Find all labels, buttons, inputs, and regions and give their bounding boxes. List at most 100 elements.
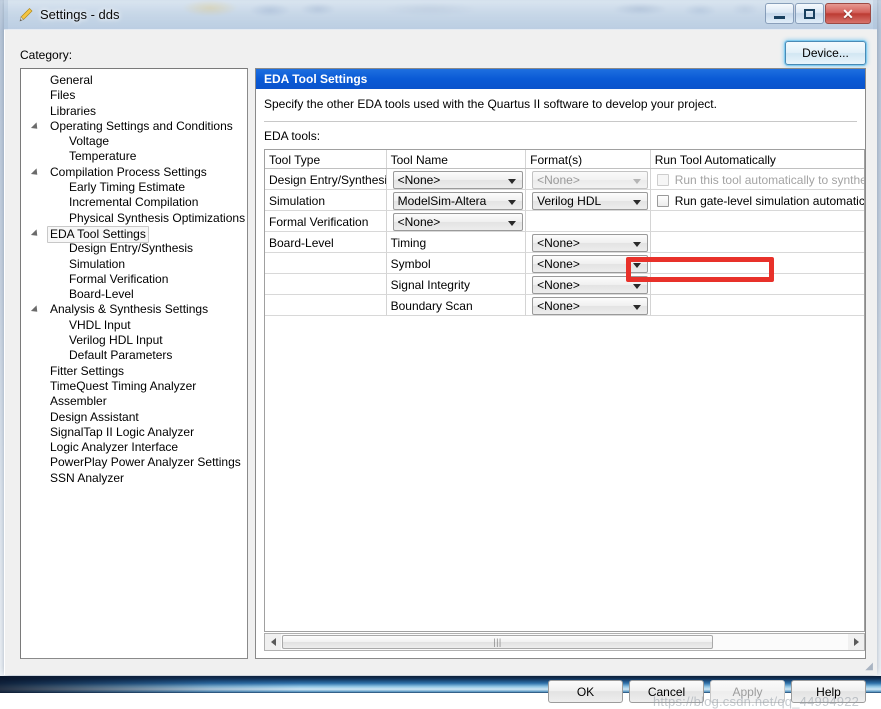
tree-item-timequest-timing-analyzer[interactable]: TimeQuest Timing Analyzer bbox=[21, 379, 247, 394]
tree-item-label: TimeQuest Timing Analyzer bbox=[47, 379, 199, 394]
cell-formats: <None> bbox=[526, 169, 651, 190]
format-combo-3[interactable]: <None> bbox=[532, 234, 648, 252]
tree-item-compilation-process-settings[interactable]: Compilation Process Settings bbox=[21, 165, 247, 180]
table-row[interactable]: Design Entry/Synthesis<None><None>Run th… bbox=[265, 169, 864, 190]
close-button[interactable]: ✕ bbox=[825, 3, 871, 24]
tool-name-label: Signal Integrity bbox=[391, 278, 470, 292]
tree-item-label: Fitter Settings bbox=[47, 364, 127, 379]
column-header-tool-name[interactable]: Tool Name bbox=[387, 150, 527, 168]
table-row[interactable]: SimulationModelSim-AlteraVerilog HDLRun … bbox=[265, 190, 864, 211]
tree-item-label: Files bbox=[47, 88, 78, 103]
pencil-icon bbox=[18, 7, 34, 23]
cell-tool-name: <None> bbox=[387, 211, 527, 232]
scroll-left-button[interactable] bbox=[265, 634, 281, 650]
tree-item-libraries[interactable]: Libraries bbox=[21, 104, 247, 119]
tree-item-operating-settings-and-conditions[interactable]: Operating Settings and Conditions bbox=[21, 119, 247, 134]
tool-type-label: Board-Level bbox=[269, 236, 334, 250]
device-button[interactable]: Device... bbox=[785, 41, 866, 65]
tree-item-board-level[interactable]: Board-Level bbox=[21, 287, 247, 302]
tree-item-temperature[interactable]: Temperature bbox=[21, 149, 247, 164]
expander-triangle-icon[interactable] bbox=[31, 122, 40, 131]
cell-formats: <None> bbox=[526, 253, 651, 274]
tree-item-eda-tool-settings[interactable]: EDA Tool Settings bbox=[21, 226, 247, 241]
tree-item-fitter-settings[interactable]: Fitter Settings bbox=[21, 364, 247, 379]
tool-name-combo-2[interactable]: <None> bbox=[393, 213, 524, 231]
category-tree-panel[interactable]: GeneralFilesLibrariesOperating Settings … bbox=[20, 68, 248, 659]
tree-item-label: SSN Analyzer bbox=[47, 471, 127, 486]
panel-title: EDA Tool Settings bbox=[256, 69, 865, 89]
cell-tool-name: Timing bbox=[387, 232, 527, 253]
cell-run-tool bbox=[651, 295, 864, 316]
scrollbar-track[interactable]: ||| bbox=[281, 634, 848, 650]
table-row[interactable]: Formal Verification <None> bbox=[265, 211, 864, 232]
maximize-button[interactable] bbox=[795, 3, 824, 24]
scroll-right-button[interactable] bbox=[848, 634, 864, 650]
tree-item-label: Simulation bbox=[66, 257, 128, 272]
expander-triangle-icon[interactable] bbox=[31, 229, 40, 238]
tree-item-logic-analyzer-interface[interactable]: Logic Analyzer Interface bbox=[21, 440, 247, 455]
table-row[interactable]: Symbol <None> bbox=[265, 253, 864, 274]
tree-item-signaltap-ii-logic-analyzer[interactable]: SignalTap II Logic Analyzer bbox=[21, 425, 247, 440]
cell-tool-name: Symbol bbox=[387, 253, 527, 274]
format-combo-6[interactable]: <None> bbox=[532, 297, 648, 315]
tool-name-combo-1-value: ModelSim-Altera bbox=[398, 194, 487, 208]
chevron-down-icon bbox=[508, 179, 516, 184]
tree-item-files[interactable]: Files bbox=[21, 88, 247, 103]
tree-item-early-timing-estimate[interactable]: Early Timing Estimate bbox=[21, 180, 247, 195]
help-button[interactable]: Help bbox=[791, 680, 866, 703]
chevron-down-icon bbox=[633, 179, 641, 184]
cancel-button[interactable]: Cancel bbox=[629, 680, 704, 703]
apply-button[interactable]: Apply bbox=[710, 680, 785, 703]
table-row[interactable]: Board-Level Timing <None> bbox=[265, 232, 864, 253]
tree-item-label: Formal Verification bbox=[66, 272, 171, 287]
tree-item-label: Analysis & Synthesis Settings bbox=[47, 302, 211, 317]
format-combo-1[interactable]: Verilog HDL bbox=[532, 192, 648, 210]
chevron-left-icon bbox=[271, 638, 276, 646]
expander-triangle-icon[interactable] bbox=[31, 306, 40, 315]
cell-formats: <None> bbox=[526, 232, 651, 253]
tree-item-incremental-compilation[interactable]: Incremental Compilation bbox=[21, 195, 247, 210]
format-combo-5[interactable]: <None> bbox=[532, 276, 648, 294]
column-header-formats[interactable]: Format(s) bbox=[526, 150, 651, 168]
tree-item-design-assistant[interactable]: Design Assistant bbox=[21, 410, 247, 425]
resize-grip-icon[interactable]: ◢ bbox=[865, 661, 873, 672]
table-row[interactable]: Signal Integrity <None> bbox=[265, 274, 864, 295]
tool-name-combo-1[interactable]: ModelSim-Altera bbox=[393, 192, 524, 210]
column-header-run-tool[interactable]: Run Tool Automatically bbox=[651, 150, 864, 168]
tree-item-voltage[interactable]: Voltage bbox=[21, 134, 247, 149]
horizontal-scrollbar[interactable]: ||| bbox=[264, 633, 865, 651]
scrollbar-thumb[interactable]: ||| bbox=[282, 635, 713, 649]
tree-item-design-entry-synthesis[interactable]: Design Entry/Synthesis bbox=[21, 241, 247, 256]
format-combo-4-value: <None> bbox=[537, 257, 580, 271]
tree-item-powerplay-power-analyzer-settings[interactable]: PowerPlay Power Analyzer Settings bbox=[21, 455, 247, 470]
cell-tool-type bbox=[265, 274, 387, 295]
tool-name-combo-0[interactable]: <None> bbox=[393, 171, 524, 189]
tree-item-default-parameters[interactable]: Default Parameters bbox=[21, 348, 247, 363]
tool-name-combo-2-wrap: <None> bbox=[391, 213, 526, 231]
tree-item-analysis-synthesis-settings[interactable]: Analysis & Synthesis Settings bbox=[21, 302, 247, 317]
chevron-right-icon bbox=[854, 638, 859, 646]
tree-item-physical-synthesis-optimizations[interactable]: Physical Synthesis Optimizations bbox=[21, 211, 247, 226]
run-tool-checkbox-1[interactable] bbox=[657, 195, 669, 207]
ok-button[interactable]: OK bbox=[548, 680, 623, 703]
format-combo-5-value: <None> bbox=[537, 278, 580, 292]
tree-item-label: SignalTap II Logic Analyzer bbox=[47, 425, 197, 440]
format-combo-0-value: <None> bbox=[537, 173, 580, 187]
tree-item-verilog-hdl-input[interactable]: Verilog HDL Input bbox=[21, 333, 247, 348]
tree-item-simulation[interactable]: Simulation bbox=[21, 257, 247, 272]
minimize-button[interactable] bbox=[765, 3, 794, 24]
eda-tool-settings-panel: EDA Tool Settings Specify the other EDA … bbox=[255, 68, 866, 659]
format-combo-4[interactable]: <None> bbox=[532, 255, 648, 273]
tree-item-vhdl-input[interactable]: VHDL Input bbox=[21, 318, 247, 333]
tree-item-assembler[interactable]: Assembler bbox=[21, 394, 247, 409]
title-bar[interactable]: Settings - dds ✕ bbox=[4, 0, 877, 30]
expander-triangle-icon[interactable] bbox=[31, 168, 40, 177]
column-header-tool-type[interactable]: Tool Type bbox=[265, 150, 387, 168]
tree-item-ssn-analyzer[interactable]: SSN Analyzer bbox=[21, 471, 247, 486]
table-row[interactable]: Boundary Scan<None> bbox=[265, 295, 864, 316]
settings-window: Settings - dds ✕ Category: Device... Gen… bbox=[4, 0, 877, 675]
tree-item-general[interactable]: General bbox=[21, 73, 247, 88]
tree-item-formal-verification[interactable]: Formal Verification bbox=[21, 272, 247, 287]
cell-tool-type: Formal Verification bbox=[265, 211, 387, 232]
tree-item-label: Design Assistant bbox=[47, 410, 142, 425]
